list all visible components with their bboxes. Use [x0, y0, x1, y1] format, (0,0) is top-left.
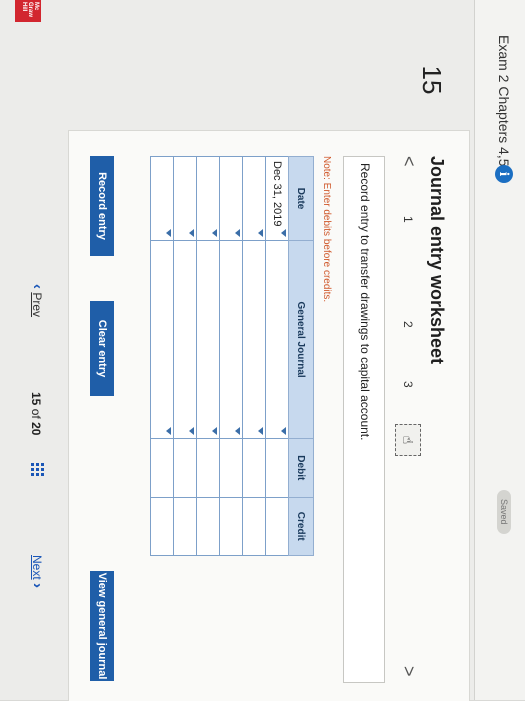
next-label: Next	[30, 555, 44, 580]
date-select[interactable]	[242, 156, 266, 241]
question-number: 15	[417, 65, 447, 95]
record-entry-button[interactable]: Record entry	[90, 156, 114, 256]
date-select[interactable]: Dec 31, 2019	[265, 156, 289, 241]
account-select[interactable]	[265, 240, 289, 439]
journal-table: Date General Journal Debit Credit Dec 31…	[150, 156, 314, 556]
exam-title: Exam 2 Chapters 4,5,6	[496, 35, 512, 179]
prev-link[interactable]: ‹ Prev	[29, 284, 46, 317]
table-row	[173, 156, 197, 556]
step-3[interactable]: 3	[401, 381, 415, 388]
account-select[interactable]	[242, 240, 266, 439]
credit-input[interactable]	[219, 497, 243, 556]
instruction-text: Record entry to transfer drawings to cap…	[358, 163, 372, 441]
table-row	[219, 156, 243, 556]
instruction-box: Record entry to transfer drawings to cap…	[343, 156, 385, 683]
account-select[interactable]	[150, 240, 174, 439]
view-general-journal-button[interactable]: View general journal	[90, 571, 114, 681]
info-icon[interactable]: i	[495, 165, 513, 183]
date-select[interactable]	[196, 156, 220, 241]
debit-input[interactable]	[196, 438, 220, 497]
prev-label: Prev	[30, 292, 44, 318]
question-grid-icon[interactable]	[31, 463, 44, 476]
chevron-right-icon: ›	[29, 583, 46, 589]
step-2[interactable]: 2	[401, 321, 415, 328]
previous-step-arrow[interactable]: <	[398, 156, 419, 167]
debit-input[interactable]	[150, 438, 174, 497]
account-select[interactable]	[196, 240, 220, 439]
worksheet-title: Journal entry worksheet	[427, 156, 447, 365]
of-label: of	[29, 408, 43, 419]
debit-input[interactable]	[173, 438, 197, 497]
date-column-header: Date	[288, 156, 314, 241]
general-journal-column-header: General Journal	[288, 240, 314, 439]
current-page: 15	[29, 392, 43, 406]
table-row: Dec 31, 2019	[265, 156, 289, 556]
total-pages: 20	[29, 422, 43, 436]
account-select[interactable]	[173, 240, 197, 439]
table-row	[196, 156, 220, 556]
question-pager: ‹ Prev 15 of 20 Next ›	[0, 0, 55, 700]
table-header-row: Date General Journal Debit Credit	[288, 156, 314, 556]
top-bar: Exam 2 Chapters 4,5,6 i Saved	[474, 0, 525, 700]
account-select[interactable]	[219, 240, 243, 439]
credit-input[interactable]	[242, 497, 266, 556]
debit-input[interactable]	[265, 438, 289, 497]
credit-input[interactable]	[265, 497, 289, 556]
credit-input[interactable]	[150, 497, 174, 556]
date-select[interactable]	[219, 156, 243, 241]
next-step-arrow[interactable]: >	[398, 666, 419, 677]
debit-credit-note: Note: Enter debits before credits.	[321, 156, 332, 303]
table-row	[150, 156, 174, 556]
debit-input[interactable]	[242, 438, 266, 497]
credit-input[interactable]	[196, 497, 220, 556]
debit-input[interactable]	[219, 438, 243, 497]
date-select[interactable]	[173, 156, 197, 241]
journal-entry-worksheet: Journal entry worksheet < 1 2 3 ☝ > Reco…	[68, 130, 470, 701]
credit-column-header: Credit	[288, 497, 314, 556]
step-1[interactable]: 1	[401, 216, 415, 223]
exam-screen: Exam 2 Chapters 4,5,6 i Saved 15 Journal…	[0, 0, 525, 701]
credit-input[interactable]	[173, 497, 197, 556]
table-row	[242, 156, 266, 556]
saved-status-badge: Saved	[497, 490, 511, 534]
page-counter: 15 of 20	[29, 392, 43, 435]
step-navigation: < 1 2 3 ☝ >	[393, 156, 421, 696]
debit-column-header: Debit	[288, 438, 314, 497]
hand-pointer-icon[interactable]: ☝	[395, 424, 421, 456]
date-select[interactable]	[150, 156, 174, 241]
chevron-left-icon: ‹	[29, 284, 46, 289]
next-link[interactable]: Next ›	[29, 555, 46, 588]
clear-entry-button[interactable]: Clear entry	[90, 301, 114, 396]
